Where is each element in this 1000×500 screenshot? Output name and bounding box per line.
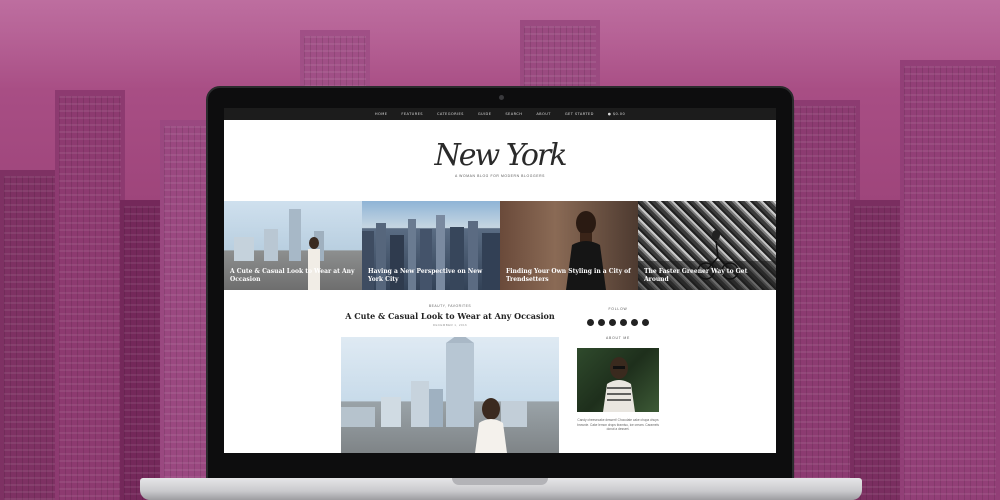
site-tagline: A WOMAN BLOG FOR MODERN BLOGGERS bbox=[454, 174, 546, 178]
slide-caption[interactable]: Finding Your Own Styling in a City of Tr… bbox=[506, 268, 632, 284]
slide[interactable]: A Cute & Casual Look to Wear at Any Occa… bbox=[224, 201, 362, 290]
nav-item-home[interactable]: HOME bbox=[375, 112, 388, 116]
post-photo bbox=[341, 337, 527, 453]
instagram-icon[interactable] bbox=[620, 319, 627, 326]
building bbox=[0, 170, 60, 500]
post-category[interactable]: BEAUTY, FAVORITES bbox=[340, 304, 560, 308]
cart-total[interactable]: ● $0.00 bbox=[608, 112, 625, 116]
sidebar: FOLLOW ABOUT ME Candy cheesecake dessert… bbox=[568, 307, 668, 432]
building bbox=[900, 60, 1000, 500]
twitter-icon[interactable] bbox=[598, 319, 605, 326]
about-text: Candy cheesecake dessert! Chocolate cake… bbox=[577, 418, 659, 432]
post-featured-image[interactable] bbox=[341, 337, 559, 453]
about-me-photo bbox=[577, 348, 659, 412]
laptop-screen: HOME FEATURES CATEGORIES GUIDE SEARCH AB… bbox=[224, 108, 776, 453]
nav-item-features[interactable]: FEATURES bbox=[401, 112, 423, 116]
nav-item-get-started[interactable]: GET STARTED bbox=[565, 112, 594, 116]
top-navigation: HOME FEATURES CATEGORIES GUIDE SEARCH AB… bbox=[224, 108, 776, 120]
post-title[interactable]: A Cute & Casual Look to Wear at Any Occa… bbox=[340, 311, 560, 321]
slide[interactable]: Having a New Perspective on New York Cit… bbox=[362, 201, 500, 290]
laptop-notch bbox=[452, 478, 548, 485]
building bbox=[55, 90, 125, 500]
facebook-icon[interactable] bbox=[587, 319, 594, 326]
nav-item-categories[interactable]: CATEGORIES bbox=[437, 112, 464, 116]
slide-caption[interactable]: Having a New Perspective on New York Cit… bbox=[368, 268, 494, 284]
post-header: BEAUTY, FAVORITES A Cute & Casual Look t… bbox=[340, 304, 560, 327]
cart-amount: $0.00 bbox=[612, 112, 626, 116]
slide-caption[interactable]: The Faster Greener Way to Get Around bbox=[644, 268, 770, 284]
follow-heading: FOLLOW bbox=[608, 307, 628, 311]
pinterest-icon[interactable] bbox=[609, 319, 616, 326]
about-heading: ABOUT ME bbox=[605, 336, 631, 340]
about-photo bbox=[603, 357, 635, 412]
nav-item-search[interactable]: SEARCH bbox=[505, 112, 522, 116]
featured-slider: A Cute & Casual Look to Wear at Any Occa… bbox=[224, 201, 776, 290]
slide-caption[interactable]: A Cute & Casual Look to Wear at Any Occa… bbox=[230, 268, 356, 284]
slide[interactable]: Finding Your Own Styling in a City of Tr… bbox=[500, 201, 638, 290]
slide[interactable]: The Faster Greener Way to Get Around bbox=[638, 201, 776, 290]
site-logo[interactable]: New York bbox=[224, 138, 776, 173]
email-icon[interactable] bbox=[642, 319, 649, 326]
sky-haze bbox=[0, 0, 1000, 90]
masthead: New York A WOMAN BLOG FOR MODERN BLOGGER… bbox=[224, 120, 776, 200]
camera-dot bbox=[499, 95, 504, 100]
bloglovin-icon[interactable] bbox=[631, 319, 638, 326]
social-links bbox=[568, 319, 668, 326]
post-date: DECEMBER 1, 2016 bbox=[432, 323, 468, 327]
nav-item-guide[interactable]: GUIDE bbox=[478, 112, 492, 116]
nav-item-about[interactable]: ABOUT bbox=[536, 112, 551, 116]
